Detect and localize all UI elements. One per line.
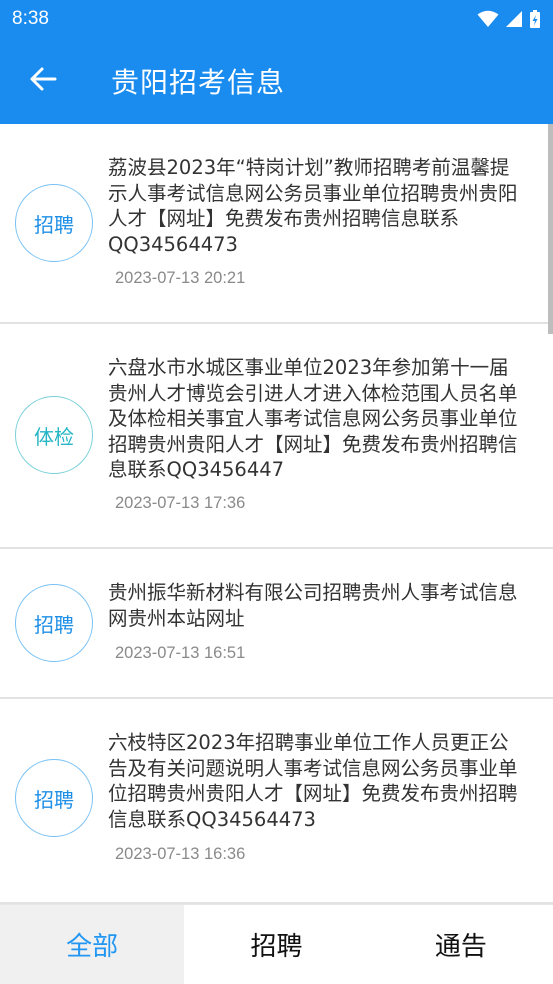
item-title: 六枝特区2023年招聘事业单位工作人员更正公告及有关问题说明人事考试信息网公务员… [108, 731, 518, 831]
bottom-tab-bar: 全部 招聘 通告 [0, 904, 553, 984]
news-list: 招聘 荔波县2023年“特岗计划”教师招聘考前温馨提示人事考试信息网公务员事业单… [0, 124, 553, 904]
list-item[interactable]: 招聘 荔波县2023年“特岗计划”教师招聘考前温馨提示人事考试信息网公务员事业单… [0, 124, 553, 324]
signal-icon [505, 10, 523, 28]
list-item[interactable]: 体检 六盘水市水城区事业单位2023年参加第十一届贵州人才博览会引进人才进入体检… [0, 324, 553, 549]
category-badge: 招聘 [15, 184, 93, 262]
category-badge: 招聘 [15, 759, 93, 837]
scrollbar[interactable] [548, 124, 553, 334]
item-title: 贵州振华新材料有限公司招聘贵州人事考试信息网贵州本站网址 [108, 581, 518, 630]
status-icons [477, 9, 541, 29]
app-bar: 贵阳招考信息 [0, 38, 553, 124]
category-badge: 体检 [15, 396, 93, 474]
category-badge: 招聘 [15, 584, 93, 662]
battery-charging-icon [529, 9, 541, 29]
status-bar: 8:38 [0, 0, 553, 38]
item-date: 2023-07-13 20:21 [115, 269, 246, 287]
tab-recruitment[interactable]: 招聘 [184, 905, 368, 984]
list-item[interactable]: 招聘 六枝特区2023年招聘事业单位工作人员更正公告及有关问题说明人事考试信息网… [0, 699, 553, 904]
item-date: 2023-07-13 16:51 [115, 644, 246, 662]
item-title: 六盘水市水城区事业单位2023年参加第十一届贵州人才博览会引进人才进入体检范围人… [108, 356, 518, 481]
wifi-icon [477, 10, 499, 28]
back-button[interactable] [0, 38, 86, 124]
screen: 8:38 贵阳招考信息 招聘 荔波县2023年“特岗计划”教师招聘考前温馨提示人… [0, 0, 553, 984]
item-date: 2023-07-13 16:36 [115, 845, 246, 863]
item-title: 荔波县2023年“特岗计划”教师招聘考前温馨提示人事考试信息网公务员事业单位招聘… [108, 156, 518, 256]
tab-all[interactable]: 全部 [0, 905, 185, 984]
tab-notice[interactable]: 通告 [369, 905, 553, 984]
arrow-left-icon [29, 65, 57, 97]
page-title: 贵阳招考信息 [111, 66, 286, 99]
status-time: 8:38 [12, 8, 49, 29]
list-item[interactable]: 招聘 贵州振华新材料有限公司招聘贵州人事考试信息网贵州本站网址 2023-07-… [0, 549, 553, 699]
item-date: 2023-07-13 17:36 [115, 494, 246, 512]
